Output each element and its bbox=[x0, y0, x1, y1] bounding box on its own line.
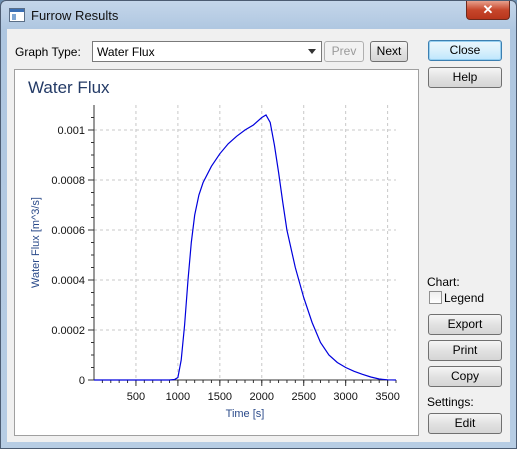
legend-checkbox-label[interactable]: Legend bbox=[444, 291, 484, 305]
water-flux-chart: 500 1000 1500 2000 2500 3000 3500 0 0.0002 0.0004… bbox=[30, 105, 400, 420]
graph-type-selected: Water Flux bbox=[97, 45, 155, 59]
next-button[interactable]: Next bbox=[370, 41, 408, 62]
x-axis-title: Time [s] bbox=[226, 408, 265, 420]
prev-button[interactable]: Prev bbox=[324, 41, 364, 62]
x-tick-label: 2500 bbox=[291, 391, 315, 403]
chart-panel: Water Flux 500 1000 1500 2000 2500 3000 3500 0 0… bbox=[14, 69, 419, 436]
graph-type-dropdown[interactable]: Water Flux bbox=[92, 41, 322, 62]
legend-checkbox[interactable] bbox=[429, 291, 442, 304]
x-tick-label: 1500 bbox=[208, 391, 232, 403]
y-axis-title: Water Flux [m^3/s] bbox=[30, 197, 42, 288]
settings-section-label: Settings: bbox=[427, 395, 474, 409]
edit-button[interactable]: Edit bbox=[428, 413, 502, 434]
copy-button[interactable]: Copy bbox=[428, 366, 502, 387]
close-button[interactable]: Close bbox=[428, 40, 502, 61]
water-flux-series-line bbox=[94, 114, 397, 381]
window-close-button[interactable]: ✕ bbox=[466, 1, 510, 20]
y-tick-label: 0.0004 bbox=[51, 275, 85, 287]
print-button[interactable]: Print bbox=[428, 340, 502, 361]
export-button[interactable]: Export bbox=[428, 314, 502, 335]
x-tick-label: 1000 bbox=[166, 391, 190, 403]
y-tick-label: 0.0006 bbox=[51, 225, 85, 237]
dialog-client-area: Graph Type: Water Flux Prev Next Water F… bbox=[7, 29, 510, 442]
x-tick-label: 3500 bbox=[375, 391, 399, 403]
y-tick-label: 0.0008 bbox=[51, 175, 85, 187]
x-tick-label: 3000 bbox=[333, 391, 357, 403]
x-tick-label: 2000 bbox=[250, 391, 274, 403]
chart-section-label: Chart: bbox=[427, 275, 460, 289]
y-tick-label: 0 bbox=[79, 375, 85, 387]
window-title: Furrow Results bbox=[31, 8, 119, 23]
x-tick-label: 500 bbox=[127, 391, 145, 403]
title-bar[interactable]: Furrow Results ✕ bbox=[1, 1, 516, 29]
y-tick-label: 0.001 bbox=[57, 125, 85, 137]
furrow-results-window: Furrow Results ✕ Graph Type: Water Flux … bbox=[0, 0, 517, 449]
chevron-down-icon[interactable] bbox=[308, 49, 316, 54]
graph-type-label: Graph Type: bbox=[15, 45, 81, 59]
y-tick-label: 0.0002 bbox=[51, 325, 85, 337]
help-button[interactable]: Help bbox=[428, 67, 502, 88]
app-window-icon bbox=[9, 8, 25, 22]
